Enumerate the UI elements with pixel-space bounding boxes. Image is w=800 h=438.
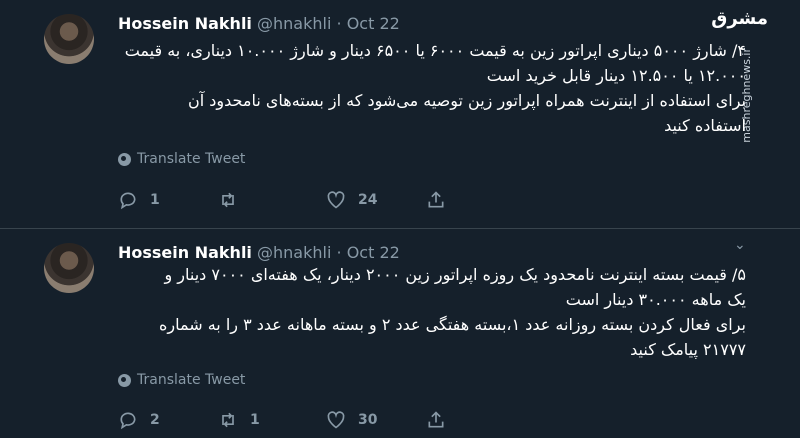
tweet-text: ۵/ قیمت بسته اینترنت نامحدود یک روزه اپر… (118, 262, 746, 362)
translate-label: Translate Tweet (137, 151, 246, 167)
watermark-url: mashreghnews.ir (740, 48, 753, 143)
retweet-button[interactable] (218, 190, 250, 210)
translate-label: Translate Tweet (137, 372, 246, 388)
tweet-header: Hossein Nakhli @hnakhli · Oct 22 (118, 243, 400, 262)
author-handle[interactable]: @hnakhli (257, 14, 331, 33)
like-count: 30 (358, 412, 378, 428)
retweet-button[interactable]: 1 (218, 410, 260, 430)
share-button[interactable] (426, 190, 446, 210)
separator: · (336, 243, 342, 262)
tweet[interactable]: Hossein Nakhli @hnakhli · Oct 22 ۴/ شارژ… (0, 0, 800, 229)
reply-count: 1 (150, 192, 160, 208)
separator: · (336, 14, 342, 33)
chevron-down-icon[interactable]: ⌄ (734, 237, 746, 253)
retweet-icon (222, 412, 234, 428)
tweet-header: Hossein Nakhli @hnakhli · Oct 22 (118, 14, 400, 33)
mashregh-watermark: مشرق mashreghnews.ir (711, 8, 768, 143)
heart-icon (327, 411, 345, 429)
tweet[interactable]: Hossein Nakhli @hnakhli · Oct 22 ⌄ ۵/ قی… (0, 229, 800, 438)
translate-tweet-link[interactable]: Translate Tweet (118, 151, 245, 167)
like-button[interactable]: 24 (326, 190, 377, 210)
globe-icon (118, 373, 131, 387)
reply-button[interactable]: 1 (118, 190, 160, 210)
translate-tweet-link[interactable]: Translate Tweet (118, 372, 245, 388)
tweet-text: ۴/ شارژ ۵۰۰۰ دیناری اپراتور زین به قیمت … (118, 38, 746, 138)
tweet-line: ۱۲.۰۰۰ یا ۱۲.۵۰۰ دینار قابل خرید است (486, 66, 746, 85)
reply-icon (120, 192, 136, 210)
reply-count: 2 (150, 412, 160, 428)
avatar[interactable] (44, 243, 94, 293)
tweet-line: استفاده کنید (664, 116, 746, 135)
heart-icon (327, 191, 345, 209)
tweet-actions: 2 1 30 (118, 410, 538, 432)
reply-button[interactable]: 2 (118, 410, 160, 430)
tweet-actions: 1 24 (118, 190, 538, 212)
tweet-line: برای فعال کردن بسته روزانه عدد ۱،بسته هف… (158, 315, 746, 334)
tweet-line: ۵/ قیمت بسته اینترنت نامحدود یک روزه اپر… (164, 265, 746, 284)
watermark-logo: مشرق (711, 8, 768, 29)
reply-icon (120, 412, 136, 430)
share-icon (428, 191, 444, 208)
tweet-date[interactable]: Oct 22 (347, 14, 400, 33)
retweet-icon (222, 192, 234, 208)
retweet-count: 1 (250, 412, 260, 428)
author-handle[interactable]: @hnakhli (257, 243, 331, 262)
tweet-line: ۴/ شارژ ۵۰۰۰ دیناری اپراتور زین به قیمت … (124, 41, 746, 60)
author-name[interactable]: Hossein Nakhli (118, 243, 252, 262)
author-name[interactable]: Hossein Nakhli (118, 14, 252, 33)
share-button[interactable] (426, 410, 446, 430)
tweet-line: برای استفاده از اینترنت همراه اپراتور زی… (188, 91, 746, 110)
tweet-line: یک ماهه ۳۰.۰۰۰ دینار است (565, 290, 746, 309)
share-icon (428, 411, 444, 428)
avatar[interactable] (44, 14, 94, 64)
like-count: 24 (358, 192, 378, 208)
globe-icon (118, 152, 131, 166)
like-button[interactable]: 30 (326, 410, 377, 430)
tweet-date[interactable]: Oct 22 (347, 243, 400, 262)
tweet-line: ۲۱۷۷۷ پیامک کنید (630, 340, 746, 359)
